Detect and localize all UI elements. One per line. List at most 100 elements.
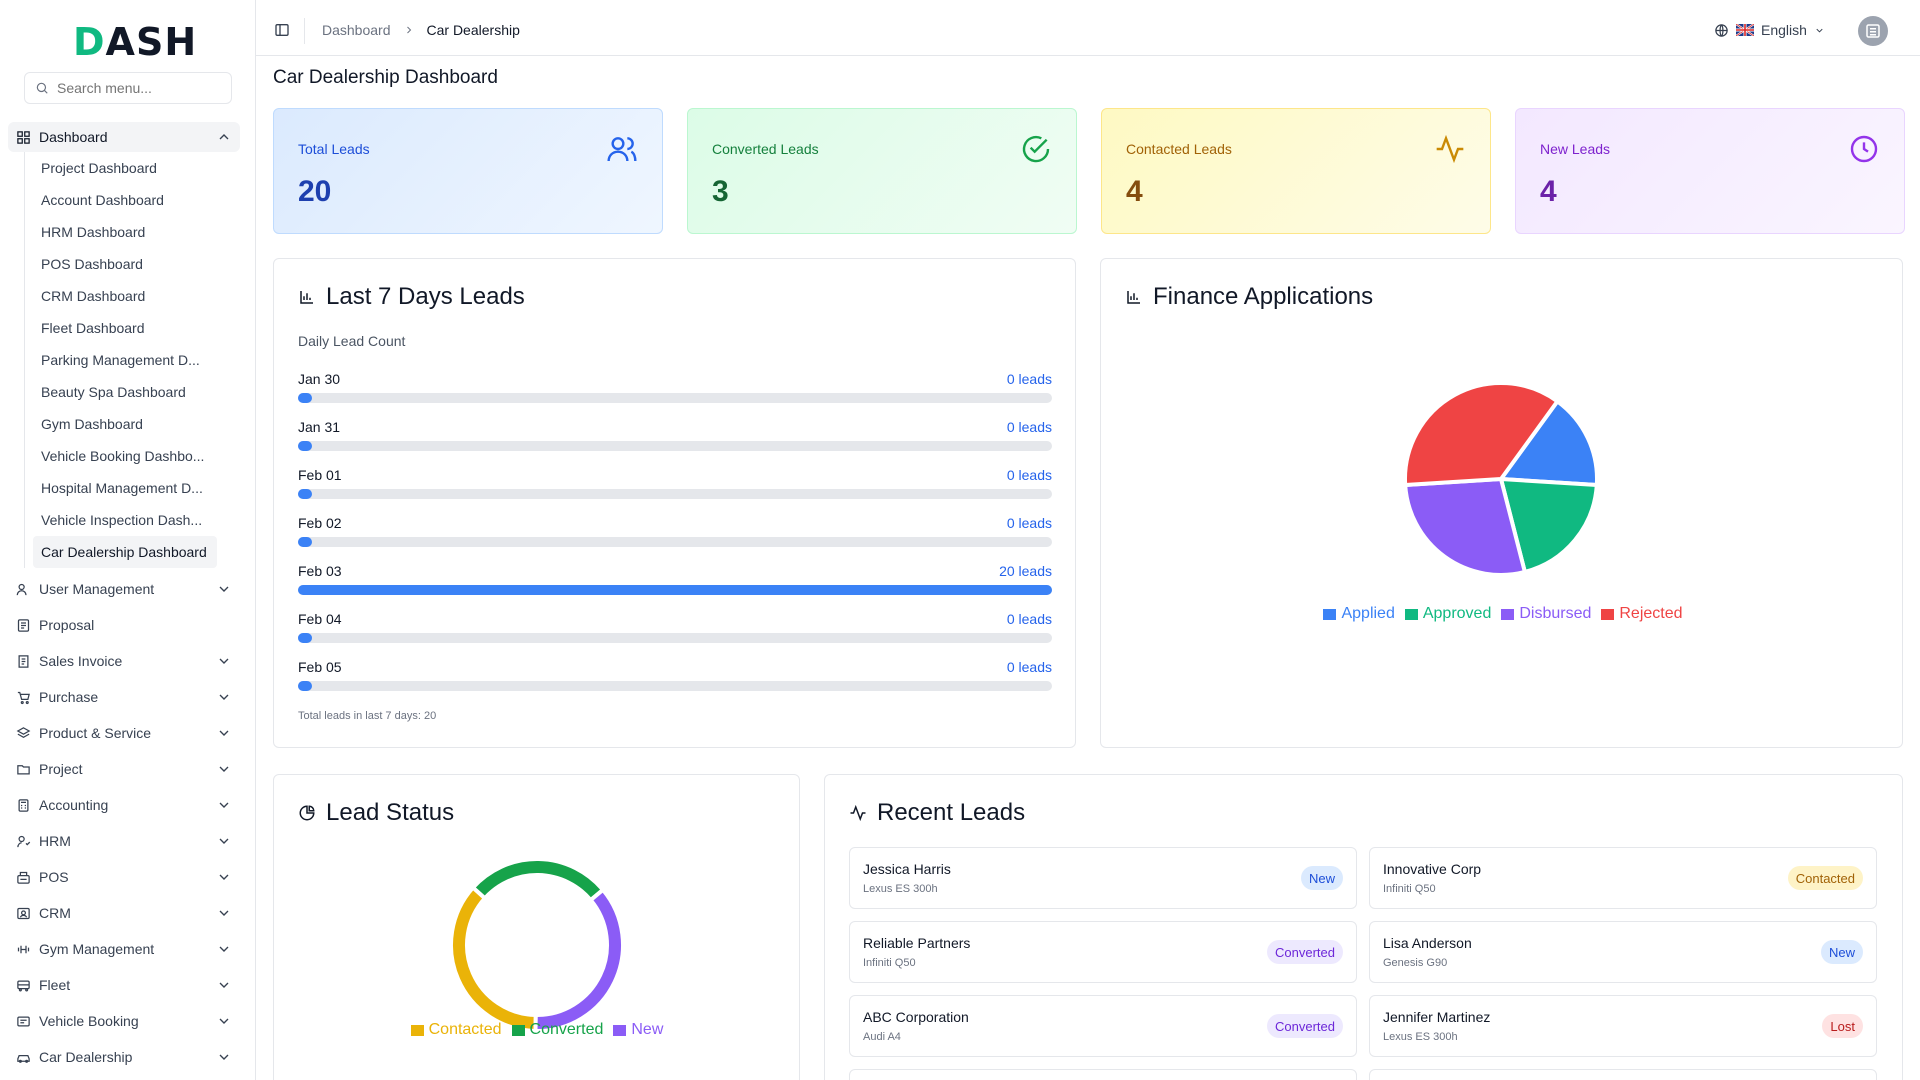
- bar-chart-icon: [300, 291, 313, 304]
- lead-day-track: [298, 441, 1052, 451]
- sidebar-item-sales-invoice[interactable]: Sales Invoice: [8, 643, 240, 679]
- legend-label: New: [631, 1021, 664, 1038]
- submenu-item[interactable]: CRM Dashboard: [25, 280, 234, 312]
- sidebar-item-proposal[interactable]: Proposal: [8, 607, 240, 643]
- page-title: Car Dealership Dashboard: [273, 67, 498, 88]
- legend-label: Disbursed: [1519, 605, 1592, 622]
- legend-item-applied[interactable]: Applied: [1323, 605, 1395, 623]
- sidebar-item-purchase[interactable]: Purchase: [8, 679, 240, 715]
- submenu-item[interactable]: Project Dashboard: [25, 152, 234, 184]
- sidebar: DASH Dashboard Project Dashboard Account…: [0, 0, 256, 1080]
- lead-name: Jennifer Martinez: [1383, 1009, 1491, 1025]
- user-avatar[interactable]: [1858, 16, 1888, 46]
- grid-icon: [17, 130, 30, 144]
- sidebar-item-project[interactable]: Project: [8, 751, 240, 787]
- lead-day-track: [298, 585, 1052, 595]
- recent-lead-item[interactable]: Jessica Harris Lexus ES 300h New: [849, 847, 1357, 909]
- divider: [304, 18, 305, 44]
- chevron-down-icon: [219, 586, 229, 592]
- legend-item-contacted[interactable]: Contacted: [410, 1021, 502, 1039]
- status-badge: New: [1820, 940, 1863, 964]
- sidebar-item-accounting[interactable]: Accounting: [8, 787, 240, 823]
- submenu-item[interactable]: Fleet Dashboard: [25, 312, 234, 344]
- sidebar-item-user-management[interactable]: User Management: [8, 571, 240, 607]
- donut-slice-converted[interactable]: [470, 857, 606, 903]
- lead-day-date: Feb 02: [298, 515, 342, 531]
- recent-lead-item[interactable]: Innovative Corp Infiniti Q50 Contacted: [1369, 847, 1877, 909]
- sidebar-item-vehicle-booking[interactable]: Vehicle Booking: [8, 1003, 240, 1039]
- bus-icon: [17, 980, 30, 991]
- recent-lead-item[interactable]: [849, 1069, 1357, 1080]
- lead-status-card: Lead Status Contacted Converted New: [273, 774, 800, 1080]
- calculator-icon: [18, 798, 29, 812]
- stat-label: Converted Leads: [712, 141, 819, 157]
- recent-lead-item[interactable]: Lisa Anderson Genesis G90 New: [1369, 921, 1877, 983]
- donut-slice-contacted[interactable]: [449, 884, 538, 1034]
- finance-pie-chart: [1403, 381, 1599, 577]
- uk-flag-icon: [1736, 24, 1754, 36]
- lead-day-track: [298, 537, 1052, 547]
- breadcrumb-current: Car Dealership: [426, 22, 520, 38]
- legend-item-approved[interactable]: Approved: [1404, 605, 1491, 623]
- submenu-item[interactable]: Vehicle Booking Dashbo...: [25, 440, 234, 472]
- sidebar-item-gym-management[interactable]: Gym Management: [8, 931, 240, 967]
- recent-lead-item[interactable]: [1369, 1069, 1877, 1080]
- card-title: Lead Status: [298, 799, 454, 827]
- sidebar-item-label: Gym Management: [39, 941, 155, 957]
- stat-card-converted-leads: Converted Leads 3: [687, 108, 1077, 234]
- lead-day-count: 0 leads: [1006, 419, 1052, 435]
- search-input[interactable]: [57, 80, 217, 96]
- donut-slice-new[interactable]: [533, 887, 625, 1033]
- stat-value: 4: [1540, 175, 1557, 208]
- submenu-item-active[interactable]: Car Dealership Dashboard: [33, 536, 217, 568]
- legend-item-rejected[interactable]: Rejected: [1601, 605, 1683, 623]
- submenu-item[interactable]: Gym Dashboard: [25, 408, 234, 440]
- sidebar-toggle-icon[interactable]: [274, 22, 290, 38]
- sidebar-item-label: Vehicle Booking: [39, 1013, 139, 1029]
- submenu-item[interactable]: Account Dashboard: [25, 184, 234, 216]
- submenu-item[interactable]: HRM Dashboard: [25, 216, 234, 248]
- sidebar-item-pos[interactable]: POS: [8, 859, 240, 895]
- legend-label: Converted: [529, 1021, 604, 1038]
- legend-item-new[interactable]: New: [613, 1021, 663, 1039]
- submenu-item[interactable]: Parking Management D...: [25, 344, 234, 376]
- lead-day-count: 20 leads: [999, 563, 1052, 579]
- legend-item-converted[interactable]: Converted: [511, 1021, 604, 1039]
- search-box[interactable]: [24, 72, 232, 104]
- breadcrumb-dashboard[interactable]: Dashboard: [322, 22, 391, 38]
- dumbbell-icon: [17, 945, 30, 953]
- chevron-down-icon: [219, 766, 229, 772]
- submenu-item[interactable]: Vehicle Inspection Dash...: [25, 504, 234, 536]
- stat-card-new-leads: New Leads 4: [1515, 108, 1905, 234]
- invoice-icon: [18, 654, 29, 668]
- chevron-down-icon: [219, 910, 229, 916]
- lead-status-legend: Contacted Converted New: [337, 1021, 737, 1039]
- lead-day-bar: [298, 441, 312, 451]
- sidebar-item-dashboard[interactable]: Dashboard: [8, 122, 240, 152]
- sidebar-item-crm[interactable]: CRM: [8, 895, 240, 931]
- recent-lead-item[interactable]: Reliable Partners Infiniti Q50 Converted: [849, 921, 1357, 983]
- lead-day-row: Feb 03 20 leads: [298, 563, 1052, 611]
- submenu-item[interactable]: Hospital Management D...: [25, 472, 234, 504]
- lead-day-date: Feb 04: [298, 611, 342, 627]
- lead-day-track: [298, 489, 1052, 499]
- language-selector[interactable]: English: [1714, 22, 1825, 38]
- legend-item-disbursed[interactable]: Disbursed: [1501, 605, 1591, 623]
- lead-day-bar: [298, 393, 312, 403]
- recent-lead-item[interactable]: ABC Corporation Audi A4 Converted: [849, 995, 1357, 1057]
- language-label: English: [1761, 22, 1807, 38]
- activity-icon: [1436, 134, 1464, 164]
- status-badge: Converted: [1267, 940, 1343, 964]
- app-logo[interactable]: DASH: [73, 20, 197, 64]
- lead-day-row: Jan 30 0 leads: [298, 371, 1052, 419]
- sidebar-item-fleet[interactable]: Fleet: [8, 967, 240, 1003]
- recent-lead-item[interactable]: Jennifer Martinez Lexus ES 300h Lost: [1369, 995, 1877, 1057]
- submenu-item[interactable]: POS Dashboard: [25, 248, 234, 280]
- lead-vehicle: Audi A4: [863, 1031, 901, 1043]
- sidebar-item-product-service[interactable]: Product & Service: [8, 715, 240, 751]
- proposal-icon: [17, 618, 30, 632]
- sidebar-item-hrm[interactable]: HRM: [8, 823, 240, 859]
- sidebar-item-car-dealership[interactable]: Car Dealership: [8, 1039, 240, 1075]
- submenu-item[interactable]: Beauty Spa Dashboard: [25, 376, 234, 408]
- lead-name: Jessica Harris: [863, 861, 951, 877]
